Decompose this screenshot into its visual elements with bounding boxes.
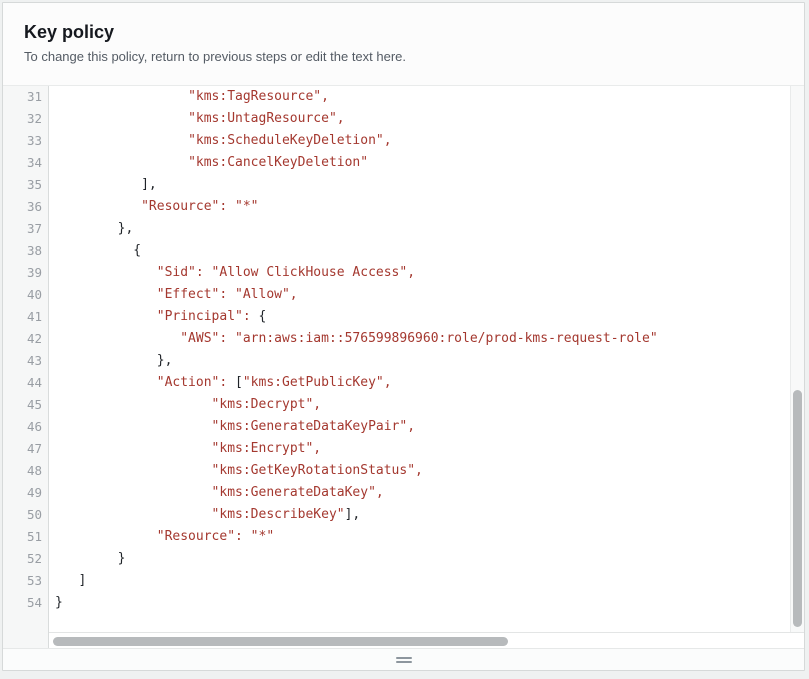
resize-handle-icon[interactable] bbox=[396, 657, 412, 663]
vertical-scrollbar-track[interactable] bbox=[790, 86, 804, 632]
line-number: 43 bbox=[3, 350, 48, 372]
policy-editor[interactable]: 3132333435363738394041424344454647484950… bbox=[3, 86, 804, 648]
line-number: 42 bbox=[3, 328, 48, 350]
key-policy-panel: Key policy To change this policy, return… bbox=[2, 2, 805, 671]
line-number: 35 bbox=[3, 174, 48, 196]
code-line: "kms:Decrypt", bbox=[49, 394, 790, 416]
code-line: "AWS": "arn:aws:iam::576599896960:role/p… bbox=[49, 328, 790, 350]
panel-subtitle: To change this policy, return to previou… bbox=[24, 49, 804, 65]
line-number: 54 bbox=[3, 592, 48, 614]
code-line: ] bbox=[49, 570, 790, 592]
code-line: "kms:GenerateDataKey", bbox=[49, 482, 790, 504]
code-line: "Effect": "Allow", bbox=[49, 284, 790, 306]
line-number: 34 bbox=[3, 152, 48, 174]
line-number: 33 bbox=[3, 130, 48, 152]
code-line: } bbox=[49, 592, 790, 614]
line-number: 51 bbox=[3, 526, 48, 548]
panel-header: Key policy To change this policy, return… bbox=[3, 3, 804, 86]
code-line: { bbox=[49, 240, 790, 262]
line-number: 32 bbox=[3, 108, 48, 130]
code-line: "kms:DescribeKey"], bbox=[49, 504, 790, 526]
line-number: 46 bbox=[3, 416, 48, 438]
line-number: 53 bbox=[3, 570, 48, 592]
horizontal-scrollbar-track[interactable] bbox=[49, 632, 804, 648]
vertical-scrollbar-thumb[interactable] bbox=[793, 390, 802, 627]
gutter: 3132333435363738394041424344454647484950… bbox=[3, 86, 49, 648]
code-line: "Sid": "Allow ClickHouse Access", bbox=[49, 262, 790, 284]
code-line: "kms:GetKeyRotationStatus", bbox=[49, 460, 790, 482]
line-number: 44 bbox=[3, 372, 48, 394]
code-line: }, bbox=[49, 218, 790, 240]
code-line: ], bbox=[49, 174, 790, 196]
code-line: "kms:GenerateDataKeyPair", bbox=[49, 416, 790, 438]
line-number: 41 bbox=[3, 306, 48, 328]
code-line: "Principal": { bbox=[49, 306, 790, 328]
code-line: } bbox=[49, 548, 790, 570]
code-line: "Resource": "*" bbox=[49, 526, 790, 548]
line-number: 39 bbox=[3, 262, 48, 284]
line-number: 45 bbox=[3, 394, 48, 416]
line-number: 48 bbox=[3, 460, 48, 482]
horizontal-scrollbar-thumb[interactable] bbox=[53, 637, 508, 646]
line-number: 36 bbox=[3, 196, 48, 218]
editor-footer bbox=[3, 648, 804, 670]
line-number: 31 bbox=[3, 86, 48, 108]
code-line: }, bbox=[49, 350, 790, 372]
line-number: 47 bbox=[3, 438, 48, 460]
line-number: 38 bbox=[3, 240, 48, 262]
line-number: 52 bbox=[3, 548, 48, 570]
line-number: 37 bbox=[3, 218, 48, 240]
code-line: "Resource": "*" bbox=[49, 196, 790, 218]
code-line: "kms:UntagResource", bbox=[49, 108, 790, 130]
panel-title: Key policy bbox=[24, 20, 804, 44]
code-line: "kms:Encrypt", bbox=[49, 438, 790, 460]
key-policy-screen: Key policy To change this policy, return… bbox=[0, 0, 809, 679]
line-number: 49 bbox=[3, 482, 48, 504]
line-number: 40 bbox=[3, 284, 48, 306]
code-line: "kms:CancelKeyDeletion" bbox=[49, 152, 790, 174]
line-number: 50 bbox=[3, 504, 48, 526]
code-lines[interactable]: "kms:TagResource", "kms:UntagResource", … bbox=[49, 86, 790, 632]
code-line: "kms:ScheduleKeyDeletion", bbox=[49, 130, 790, 152]
code-line: "Action": ["kms:GetPublicKey", bbox=[49, 372, 790, 394]
code-line: "kms:TagResource", bbox=[49, 86, 790, 108]
